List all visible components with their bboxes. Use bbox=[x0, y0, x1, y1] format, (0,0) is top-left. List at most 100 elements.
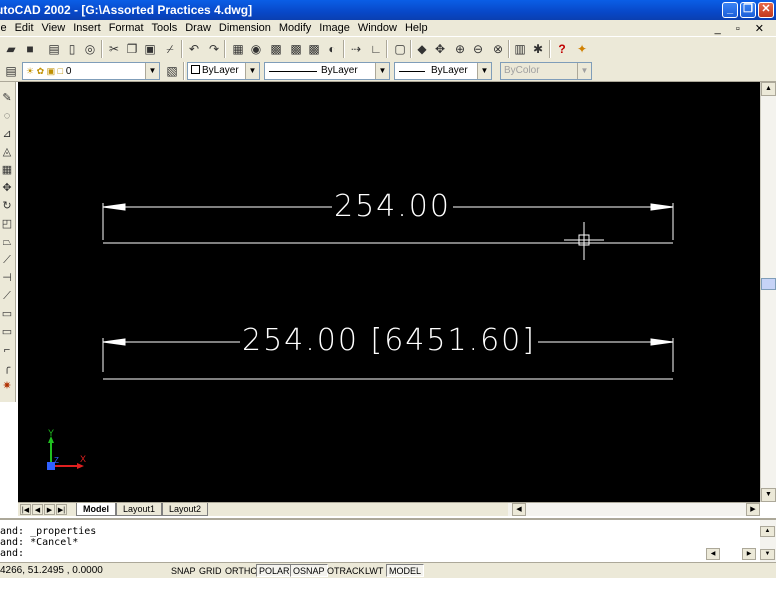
scroll-down-button[interactable]: ▼ bbox=[761, 488, 776, 502]
next-tab-button[interactable]: ▶ bbox=[44, 504, 55, 515]
plotstyle-dropdown[interactable]: ByColor ▼ bbox=[500, 62, 592, 80]
menu-window[interactable]: Window bbox=[354, 20, 401, 36]
cmd-scroll-down-button[interactable]: ▼ bbox=[760, 549, 775, 560]
close-button[interactable]: ✕ bbox=[758, 2, 774, 18]
dimension-2-text[interactable]: 254.00 [6451.60] bbox=[240, 326, 538, 356]
today-icon[interactable]: ✦ bbox=[574, 41, 590, 57]
minimize-button[interactable]: _ bbox=[722, 2, 738, 18]
undo-icon[interactable]: ↶ bbox=[186, 41, 202, 57]
sheetset-icon[interactable]: ◐ bbox=[324, 41, 340, 57]
move-icon[interactable]: ✥ bbox=[0, 180, 14, 196]
fillet-icon[interactable]: ╭ bbox=[0, 360, 14, 376]
prev-tab-button[interactable]: ◀ bbox=[32, 504, 43, 515]
menu-edit[interactable]: Edit bbox=[11, 20, 38, 36]
command-vscroll[interactable]: ▲ ▼ bbox=[760, 520, 776, 562]
polar-toggle[interactable]: POLAR bbox=[256, 564, 293, 577]
ortho-toggle[interactable]: ORTHO bbox=[222, 564, 260, 577]
pan-icon[interactable]: ◆ bbox=[414, 41, 430, 57]
paste-icon[interactable]: ▣ bbox=[142, 41, 158, 57]
document-window-controls[interactable]: _ ▫ ✕ bbox=[715, 21, 770, 37]
zoom-extents-icon[interactable]: ⊗ bbox=[490, 41, 506, 57]
make-current-layer-icon[interactable]: ▧ bbox=[164, 63, 180, 79]
open-folder-icon[interactable]: ▰ bbox=[3, 41, 19, 57]
tool-palette-icon[interactable]: ▩ bbox=[288, 41, 304, 57]
zoom-previous-icon[interactable]: ⊖ bbox=[470, 41, 486, 57]
horizontal-scrollbar[interactable]: ◀ ▶ bbox=[508, 503, 760, 516]
array-icon[interactable]: ▦ bbox=[0, 162, 14, 178]
menu-image[interactable]: Image bbox=[315, 20, 354, 36]
menu-draw[interactable]: Draw bbox=[181, 20, 215, 36]
chamfer-icon[interactable]: ⌐ bbox=[0, 342, 14, 358]
command-hscroll[interactable]: ◀ ▶ bbox=[706, 548, 760, 560]
cmd-scroll-left-button[interactable]: ◀ bbox=[706, 548, 720, 560]
stretch-icon[interactable]: ⏢ bbox=[0, 234, 14, 250]
tab-layout2[interactable]: Layout2 bbox=[162, 503, 209, 516]
scale-icon[interactable]: ◰ bbox=[0, 216, 14, 232]
aerial-view-icon[interactable]: ▢ bbox=[392, 41, 408, 57]
break-point-icon[interactable]: ▭ bbox=[0, 324, 14, 340]
command-window[interactable]: and: _properties and: *Cancel* and: ◀ ▶ … bbox=[0, 518, 776, 562]
menu-insert[interactable]: Insert bbox=[69, 20, 105, 36]
lwt-toggle[interactable]: LWT bbox=[362, 564, 386, 577]
menu-view[interactable]: View bbox=[38, 20, 70, 36]
tab-layout1[interactable]: Layout1 bbox=[116, 503, 163, 516]
offset-icon[interactable]: ◬ bbox=[0, 144, 14, 160]
lengthen-icon[interactable]: ⟋ bbox=[0, 252, 14, 268]
copy-icon[interactable]: ❐ bbox=[124, 41, 140, 57]
menu-tools[interactable]: Tools bbox=[148, 20, 182, 36]
match-properties-icon[interactable]: ⌿ bbox=[162, 41, 178, 57]
cmd-scroll-up-button[interactable]: ▲ bbox=[760, 526, 775, 537]
erase-icon[interactable]: ✎ bbox=[0, 90, 14, 106]
first-tab-button[interactable]: |◀ bbox=[20, 504, 31, 515]
vertical-scrollbar[interactable]: ▲ ▼ bbox=[760, 82, 776, 502]
color-dropdown[interactable]: ByLayer ▼ bbox=[187, 62, 260, 80]
last-tab-button[interactable]: ▶| bbox=[56, 504, 67, 515]
lineweight-dropdown[interactable]: ByLayer ▼ bbox=[394, 62, 492, 80]
print-icon[interactable]: ▤ bbox=[46, 41, 62, 57]
menu-help[interactable]: Help bbox=[401, 20, 432, 36]
print-preview-icon[interactable]: ▯ bbox=[64, 41, 80, 57]
layers-icon[interactable]: ▤ bbox=[3, 63, 19, 79]
menu-format[interactable]: Format bbox=[105, 20, 148, 36]
tab-model[interactable]: Model bbox=[76, 503, 116, 516]
linetype-dropdown[interactable]: ByLayer ▼ bbox=[264, 62, 390, 80]
extend-icon[interactable]: ⟋ bbox=[0, 288, 14, 304]
menu-dimension[interactable]: Dimension bbox=[215, 20, 275, 36]
explode-icon[interactable]: ✷ bbox=[0, 378, 14, 394]
model-toggle[interactable]: MODEL bbox=[386, 564, 425, 577]
drawing-area[interactable]: 254.00 254.00 [6451.60] Y X Z bbox=[18, 82, 760, 502]
break-icon[interactable]: ▭ bbox=[0, 306, 14, 322]
zoom-realtime-icon[interactable]: ✥ bbox=[432, 41, 448, 57]
maximize-button[interactable]: ❐ bbox=[740, 2, 756, 18]
find-icon[interactable]: ◎ bbox=[82, 41, 98, 57]
scroll-up-button[interactable]: ▲ bbox=[761, 82, 776, 96]
rotate-icon[interactable]: ↻ bbox=[0, 198, 14, 214]
scroll-left-button[interactable]: ◀ bbox=[512, 503, 526, 516]
hyperlink-icon[interactable]: ◉ bbox=[248, 41, 264, 57]
save-icon[interactable]: ■ bbox=[22, 41, 38, 57]
ucs-icon[interactable]: ∟ bbox=[368, 41, 384, 57]
snap-toggle[interactable]: SNAP bbox=[168, 564, 199, 577]
osnap-toggle[interactable]: OSNAP bbox=[290, 564, 328, 577]
otrack-toggle[interactable]: OTRACK bbox=[324, 564, 368, 577]
copy-object-icon[interactable]: ◌ bbox=[0, 108, 14, 124]
coordinate-readout[interactable]: 4266, 51.2495 , 0.0000 bbox=[0, 563, 166, 578]
xref-icon[interactable]: ▩ bbox=[306, 41, 322, 57]
properties-palette-icon[interactable]: ▥ bbox=[512, 41, 528, 57]
menu-modify[interactable]: Modify bbox=[275, 20, 315, 36]
adcenter-icon[interactable]: ✱ bbox=[530, 41, 546, 57]
scroll-right-button[interactable]: ▶ bbox=[746, 503, 760, 516]
properties-icon[interactable]: ▩ bbox=[268, 41, 284, 57]
distance-icon[interactable]: ⇢ bbox=[348, 41, 364, 57]
trim-icon[interactable]: ⊣ bbox=[0, 270, 14, 286]
layer-dropdown[interactable]: ☀ ✿ ▣ □ 0 ▼ bbox=[22, 62, 160, 80]
cut-icon[interactable]: ✂ bbox=[106, 41, 122, 57]
scroll-thumb[interactable] bbox=[761, 278, 776, 290]
zoom-window-icon[interactable]: ⊕ bbox=[452, 41, 468, 57]
redo-icon[interactable]: ↷ bbox=[206, 41, 222, 57]
dimension-1-text[interactable]: 254.00 bbox=[332, 192, 453, 222]
cmd-scroll-right-button[interactable]: ▶ bbox=[742, 548, 756, 560]
design-center-icon[interactable]: ▦ bbox=[230, 41, 246, 57]
grid-toggle[interactable]: GRID bbox=[196, 564, 225, 577]
mirror-icon[interactable]: ⊿ bbox=[0, 126, 14, 142]
